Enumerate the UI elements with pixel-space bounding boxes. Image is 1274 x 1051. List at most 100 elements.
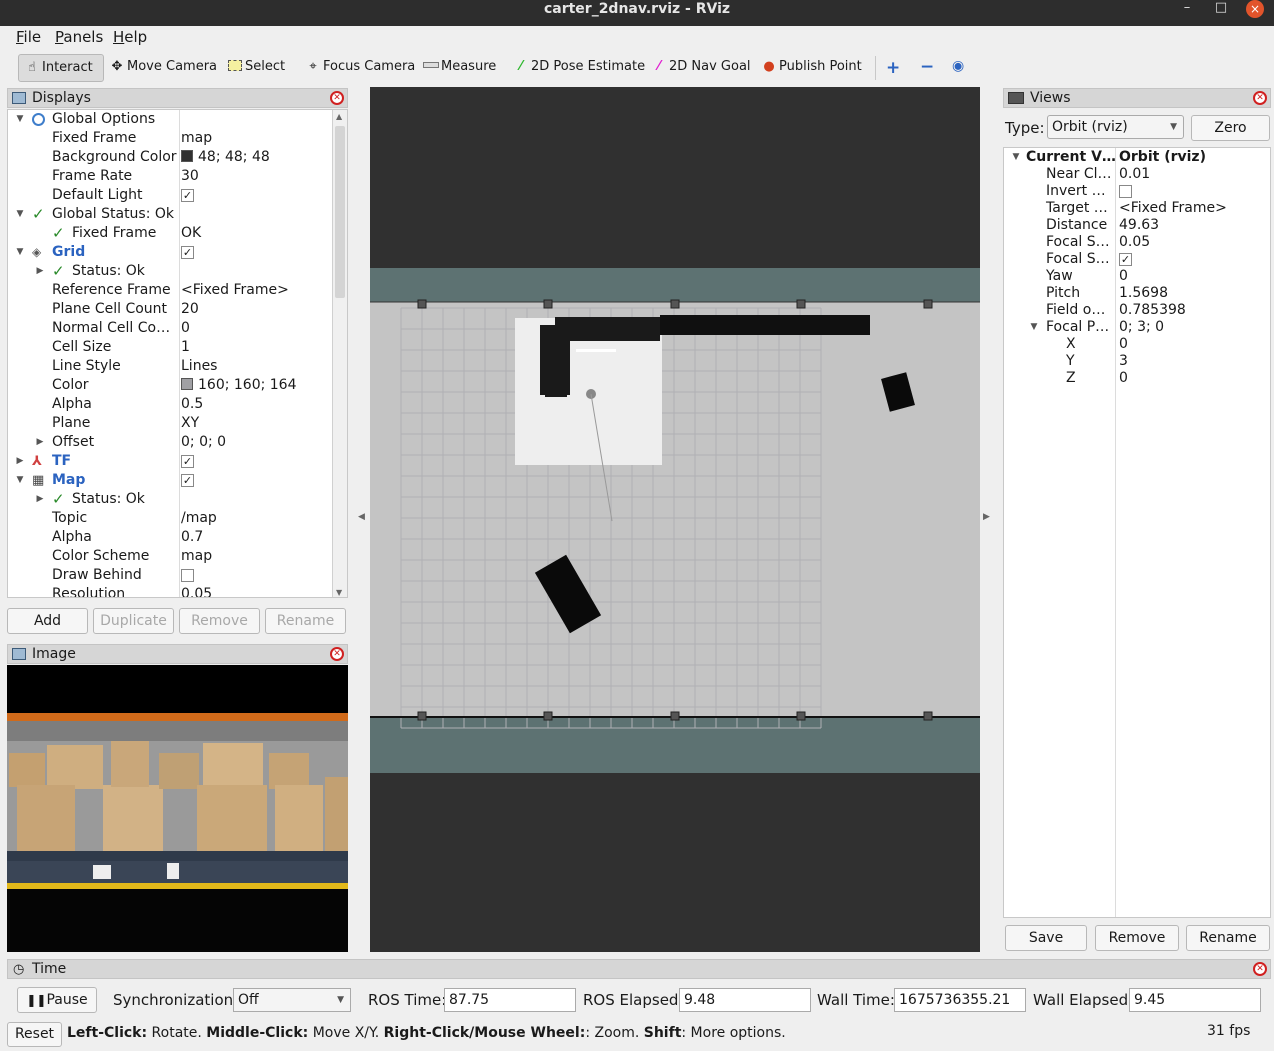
displays-close-icon[interactable]: ✕ — [330, 91, 344, 105]
display-row[interactable]: Color 160; 160; 164 — [8, 376, 330, 395]
view-property-value[interactable]: 0 — [1119, 268, 1128, 285]
remove-view-button[interactable]: Remove — [1095, 925, 1179, 951]
display-row[interactable]: Reference Frame <Fixed Frame> — [8, 281, 330, 300]
select-tool[interactable]: Select — [222, 54, 285, 82]
display-row[interactable]: Background Color 48; 48; 48 — [8, 148, 330, 167]
expand-right-icon[interactable]: ▶ — [14, 452, 26, 471]
nav-goal-tool[interactable]: ⁄ 2D Nav Goal — [646, 54, 751, 82]
time-close-icon[interactable]: ✕ — [1253, 962, 1267, 976]
color-value[interactable]: 160; 160; 164 — [181, 376, 297, 395]
wall-elapsed-field[interactable]: 9.45 — [1129, 988, 1261, 1012]
view-property-row[interactable]: Distance 49.63 — [1004, 217, 1270, 234]
expand-right-icon[interactable]: ▶ — [34, 433, 46, 452]
view-property-value[interactable]: 0.05 — [1119, 234, 1150, 251]
display-row[interactable]: Draw Behind — [8, 566, 330, 585]
checkbox[interactable]: ✓ — [181, 246, 194, 259]
display-row[interactable]: ▶ ⅄ TF ✓ — [8, 452, 330, 471]
checkbox[interactable] — [181, 569, 194, 582]
display-row-value[interactable]: map — [181, 129, 212, 148]
view-property-value[interactable]: 0.785398 — [1119, 302, 1186, 319]
remove-tool-icon[interactable]: − — [920, 57, 934, 77]
reset-button[interactable]: Reset — [7, 1022, 62, 1047]
display-row-value[interactable]: XY — [181, 414, 199, 433]
duplicate-button[interactable]: Duplicate — [93, 608, 174, 634]
display-row[interactable]: ▶ Offset 0; 0; 0 — [8, 433, 330, 452]
menu-help[interactable]: Help — [113, 28, 147, 46]
display-row[interactable]: Fixed Frame map — [8, 129, 330, 148]
display-row[interactable]: Color Scheme map — [8, 547, 330, 566]
checkbox[interactable]: ✓ — [181, 455, 194, 468]
menu-file[interactable]: File — [16, 28, 41, 46]
display-row[interactable]: Line Style Lines — [8, 357, 330, 376]
view-property-row[interactable]: Invert … — [1004, 183, 1270, 200]
collapse-right-icon[interactable]: ▶ — [983, 512, 990, 522]
checkbox[interactable]: ✓ — [181, 189, 194, 202]
expand-down-icon[interactable]: ▼ — [14, 243, 26, 262]
display-row[interactable]: Plane XY — [8, 414, 330, 433]
view-property-row[interactable]: Y3 — [1004, 353, 1270, 370]
display-row-value[interactable]: 20 — [181, 300, 199, 319]
display-row-value[interactable]: 0.05 — [181, 585, 212, 597]
views-close-icon[interactable]: ✕ — [1253, 91, 1267, 105]
display-row-value[interactable]: 0.5 — [181, 395, 203, 414]
display-row[interactable]: Alpha 0.7 — [8, 528, 330, 547]
display-row-value[interactable]: 0 — [181, 319, 190, 338]
rename-display-button[interactable]: Rename — [265, 608, 346, 634]
rename-view-button[interactable]: Rename — [1186, 925, 1270, 951]
scroll-thumb[interactable] — [335, 126, 345, 298]
color-value[interactable]: 48; 48; 48 — [181, 148, 270, 167]
pause-button[interactable]: ❚❚Pause — [17, 987, 97, 1013]
view-property-row[interactable]: Focal S… 0.05 — [1004, 234, 1270, 251]
view-property-row[interactable]: Z0 — [1004, 370, 1270, 387]
zero-button[interactable]: Zero — [1191, 115, 1270, 141]
view-property-value[interactable]: 0 — [1119, 370, 1128, 387]
view-property-row[interactable]: Focal S… ✓ — [1004, 251, 1270, 268]
image-close-icon[interactable]: ✕ — [330, 647, 344, 661]
view-property-value[interactable]: <Fixed Frame> — [1119, 200, 1227, 217]
measure-tool[interactable]: Measure — [418, 54, 496, 82]
view-property-row[interactable]: Target … <Fixed Frame> — [1004, 200, 1270, 217]
scroll-up-icon[interactable]: ▲ — [336, 112, 342, 121]
minimize-button[interactable]: – — [1176, 0, 1198, 18]
view-property-value[interactable]: 0.01 — [1119, 166, 1150, 183]
display-row[interactable]: ▼ ▦ Map ✓ — [8, 471, 330, 490]
view-property-value[interactable]: 0; 3; 0 — [1119, 319, 1164, 336]
pose-estimate-tool[interactable]: ⁄ 2D Pose Estimate — [508, 54, 645, 82]
display-row[interactable]: Frame Rate 30 — [8, 167, 330, 186]
render-viewport[interactable] — [370, 87, 980, 952]
display-row[interactable]: ▼ ◈ Grid ✓ — [8, 243, 330, 262]
display-row-value[interactable]: /map — [181, 509, 217, 528]
scroll-down-icon[interactable]: ▼ — [336, 588, 342, 597]
view-property-value[interactable]: 0 — [1119, 336, 1128, 353]
display-row-value[interactable]: map — [181, 547, 212, 566]
display-row[interactable]: ▶ ✓ Status: Ok — [8, 490, 330, 509]
display-row[interactable]: Normal Cell Co… 0 — [8, 319, 330, 338]
display-row[interactable]: Resolution 0.05 — [8, 585, 330, 597]
display-row[interactable]: Cell Size 1 — [8, 338, 330, 357]
view-property-row[interactable]: ▼ Focal P… 0; 3; 0 — [1004, 319, 1270, 336]
ros-time-field[interactable]: 87.75 — [444, 988, 576, 1012]
expand-down-icon[interactable]: ▼ — [1028, 319, 1040, 336]
display-row[interactable]: ▼ Global Options — [8, 110, 330, 129]
display-row[interactable]: ▼ ✓ Global Status: Ok — [8, 205, 330, 224]
expand-right-icon[interactable]: ▶ — [34, 490, 46, 509]
add-button[interactable]: Add — [7, 608, 88, 634]
eye-icon[interactable]: ◉ — [952, 58, 964, 74]
wall-time-field[interactable]: 1675736355.21 — [894, 988, 1026, 1012]
view-property-value[interactable]: 49.63 — [1119, 217, 1159, 234]
display-row-value[interactable]: 30 — [181, 167, 199, 186]
expand-right-icon[interactable]: ▶ — [34, 262, 46, 281]
view-property-value[interactable]: 1.5698 — [1119, 285, 1168, 302]
checkbox[interactable]: ✓ — [1119, 253, 1132, 266]
display-row-value[interactable]: 0.7 — [181, 528, 203, 547]
view-property-value[interactable]: Orbit (rviz) — [1119, 149, 1206, 166]
display-row-value[interactable]: Lines — [181, 357, 217, 376]
expand-down-icon[interactable]: ▼ — [14, 110, 26, 129]
remove-display-button[interactable]: Remove — [179, 608, 260, 634]
view-property-value[interactable]: 3 — [1119, 353, 1128, 370]
display-row-value[interactable]: <Fixed Frame> — [181, 281, 289, 300]
view-property-row[interactable]: Pitch 1.5698 — [1004, 285, 1270, 302]
expand-down-icon[interactable]: ▼ — [14, 471, 26, 490]
view-property-row[interactable]: Field o… 0.785398 — [1004, 302, 1270, 319]
expand-down-icon[interactable]: ▼ — [14, 205, 26, 224]
